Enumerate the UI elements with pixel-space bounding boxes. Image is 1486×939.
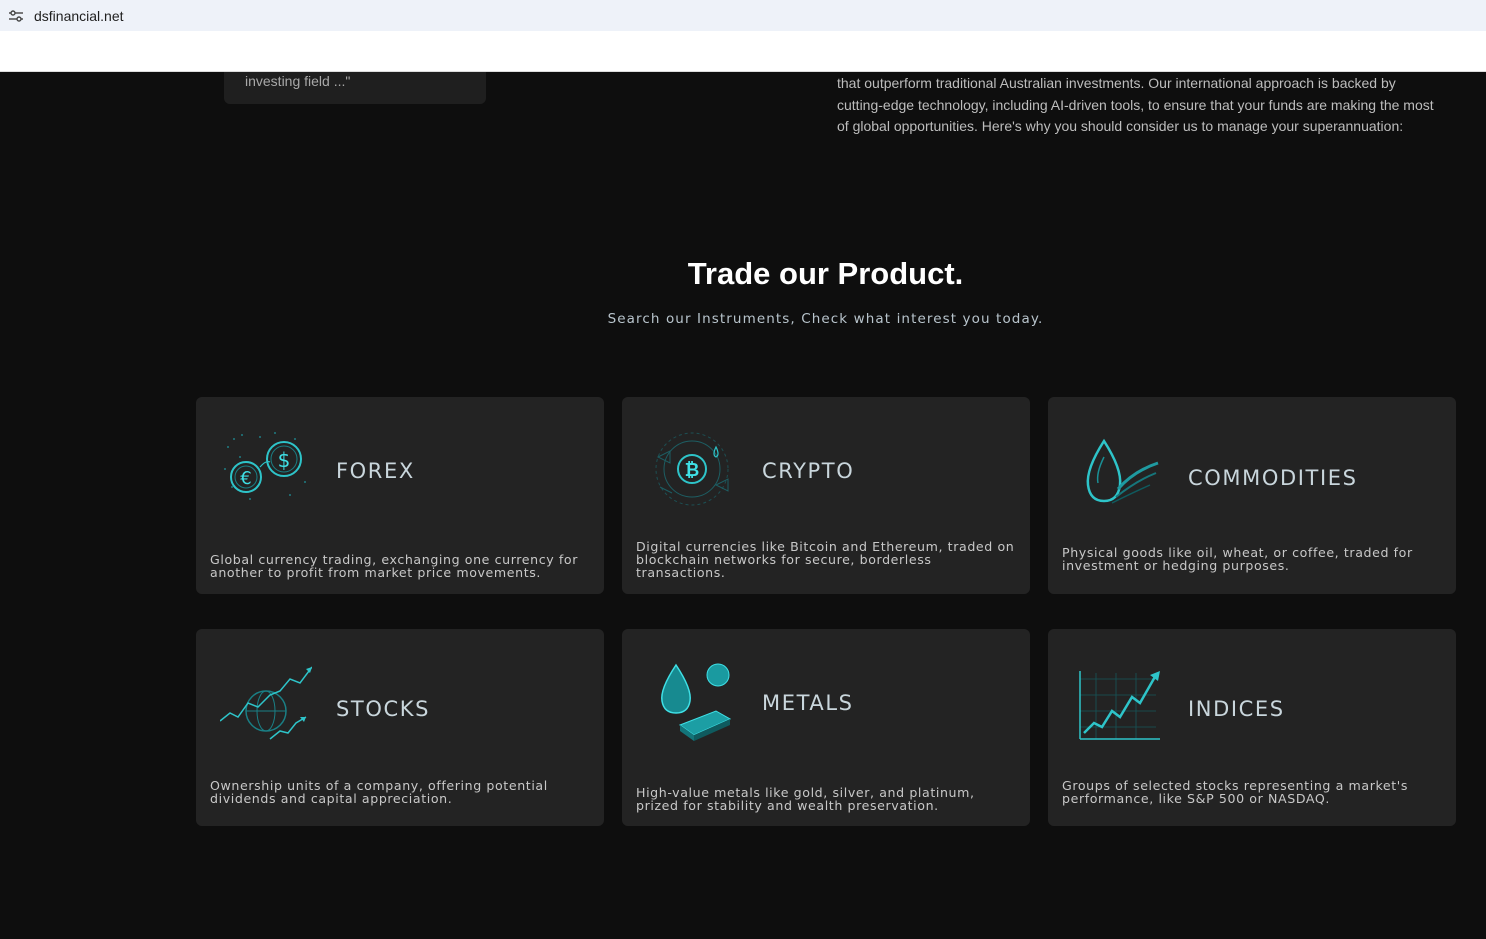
product-card-stocks[interactable]: STOCKS Ownership units of a company, off… [196,629,604,826]
svg-text:$: $ [278,448,291,472]
product-title: METALS [762,691,854,715]
product-card-commodities[interactable]: COMMODITIES Physical goods like oil, whe… [1048,397,1456,594]
product-description: Digital currencies like Bitcoin and Ethe… [636,539,1015,580]
product-title: COMMODITIES [1188,466,1358,490]
product-title: FOREX [336,459,415,483]
browser-address-bar: dsfinancial.net [0,0,1486,31]
url-text[interactable]: dsfinancial.net [34,8,124,24]
product-description: Ownership units of a company, offering p… [210,778,548,806]
section-title: Trade our Product. [687,256,964,291]
metal-bar-icon [646,659,738,741]
site-settings-icon[interactable] [8,8,24,24]
product-title: CRYPTO [762,459,855,483]
product-description: Physical goods like oil, wheat, or coffe… [1062,545,1413,573]
svg-text:₿: ₿ [685,460,700,481]
product-card-indices[interactable]: INDICES Groups of selected stocks repres… [1048,629,1456,826]
product-title: STOCKS [336,697,431,721]
product-title: INDICES [1188,697,1285,721]
bitcoin-icon: ₿ [646,427,738,509]
oil-drop-icon [1072,433,1164,515]
svg-text:€: € [240,468,251,489]
site-header [0,31,1486,72]
section-subtitle: Search our Instruments, Check what inter… [607,311,1044,327]
currency-exchange-icon: € $ [220,427,312,509]
product-description: High-value metals like gold, silver, and… [636,785,975,813]
product-description: Groups of selected stocks representing a… [1062,778,1409,806]
product-card-forex[interactable]: € $ FOREX Global currency trading, excha… [196,397,604,594]
product-card-crypto[interactable]: ₿ CRYPTO Digital currencies like Bitcoin… [622,397,1030,594]
testimonial-card: investing field ..." [224,72,486,104]
product-description: Global currency trading, exchanging one … [210,552,579,580]
stock-chart-icon [219,665,313,747]
product-card-metals[interactable]: METALS High-value metals like gold, silv… [622,629,1030,826]
page-content: investing field ..." that outperform tra… [0,72,1486,939]
testimonial-quote: investing field ..." [245,73,351,89]
index-chart-icon [1072,669,1164,751]
intro-paragraph: that outperform traditional Australian i… [837,75,1434,135]
